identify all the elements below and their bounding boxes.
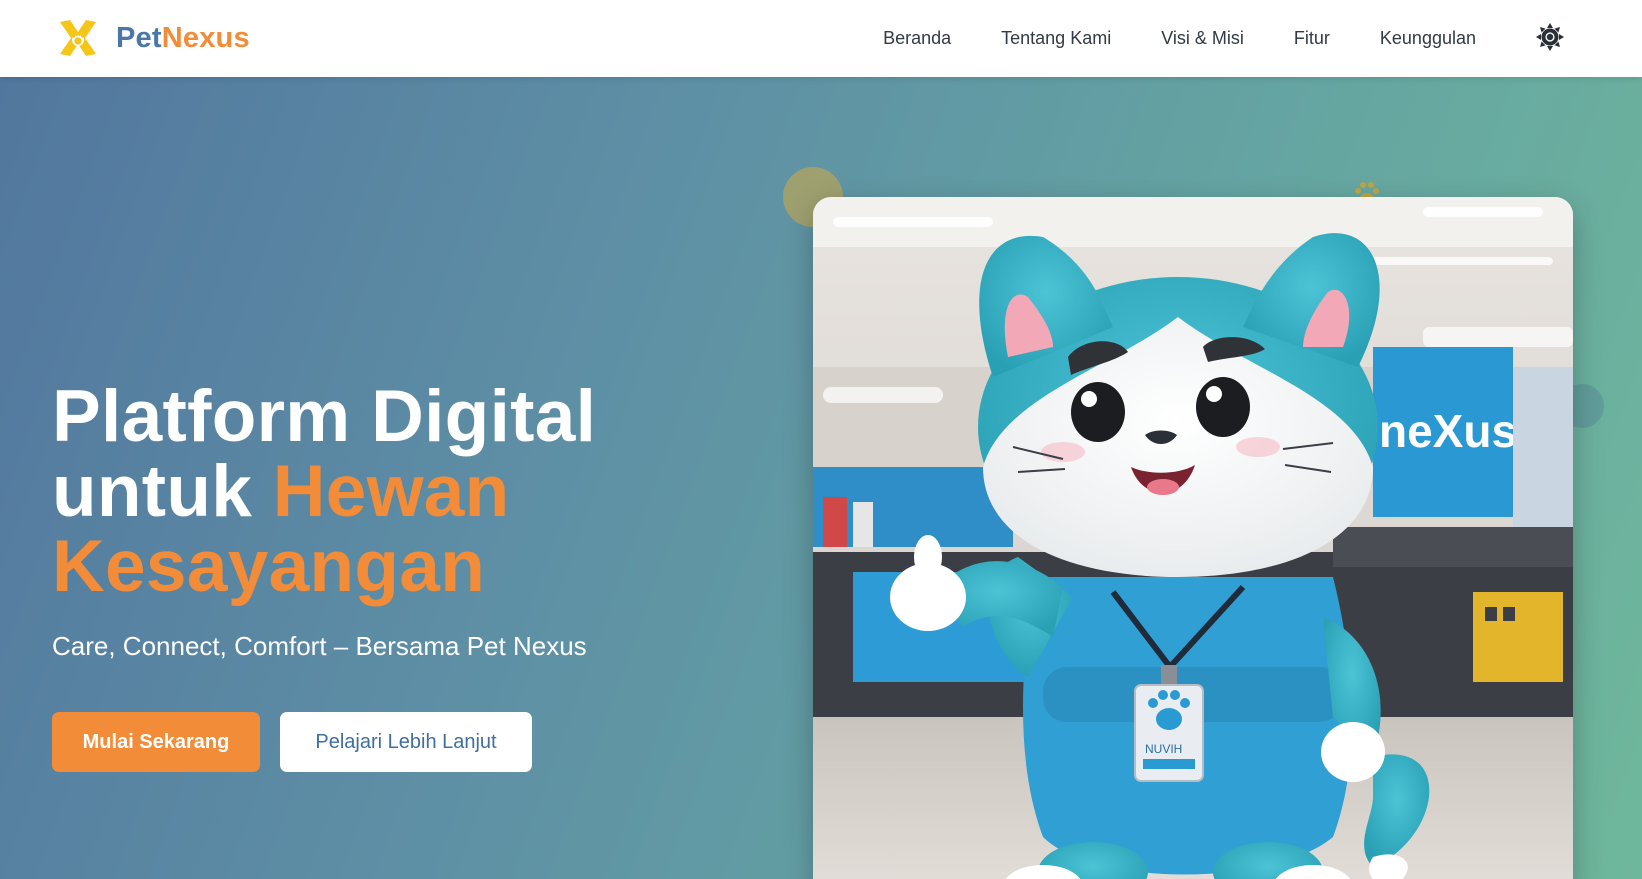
mascot-image: neXus NUVIH — [813, 197, 1573, 879]
nav-item-visi-misi[interactable]: Visi & Misi — [1161, 28, 1244, 49]
sun-icon — [1536, 23, 1564, 51]
brand-name-pet: Pet — [116, 21, 162, 54]
nav-item-keunggulan[interactable]: Keunggulan — [1380, 28, 1476, 49]
store-sign-text: neXus — [1379, 405, 1517, 457]
nav-item-beranda[interactable]: Beranda — [883, 28, 951, 49]
brand-name: PetNexus — [116, 22, 250, 55]
site-header: PetNexus Beranda Tentang Kami Visi & Mis… — [0, 0, 1642, 77]
main-nav: Beranda Tentang Kami Visi & Misi Fitur K… — [883, 22, 1476, 54]
hero-title-line1: Platform Digital — [52, 376, 597, 457]
learn-more-button[interactable]: Pelajari Lebih Lanjut — [280, 712, 532, 772]
theme-toggle-button[interactable] — [1535, 22, 1565, 52]
mascot-illustration: neXus NUVIH — [813, 197, 1573, 879]
hero-title-line3-accent: Kesayangan — [52, 526, 486, 607]
paw-x-logo-icon — [60, 20, 96, 56]
brand-name-nexus: Nexus — [161, 21, 250, 54]
start-now-button[interactable]: Mulai Sekarang — [52, 712, 260, 772]
hero-title-line2-plain: untuk — [52, 451, 253, 532]
nav-item-fitur[interactable]: Fitur — [1294, 28, 1330, 49]
hero-subtitle: Care, Connect, Comfort – Bersama Pet Nex… — [52, 631, 587, 661]
hero-title-line2-accent: Hewan — [272, 451, 510, 532]
nav-item-tentang-kami[interactable]: Tentang Kami — [1001, 28, 1111, 49]
hero-title: Platform Digital untuk Hewan Kesayangan — [52, 379, 752, 604]
brand-logo-link[interactable]: PetNexus — [56, 16, 250, 60]
hero-section: Platform Digital untuk Hewan Kesayangan … — [0, 77, 1642, 879]
badge-text: NUVIH — [1145, 742, 1182, 756]
